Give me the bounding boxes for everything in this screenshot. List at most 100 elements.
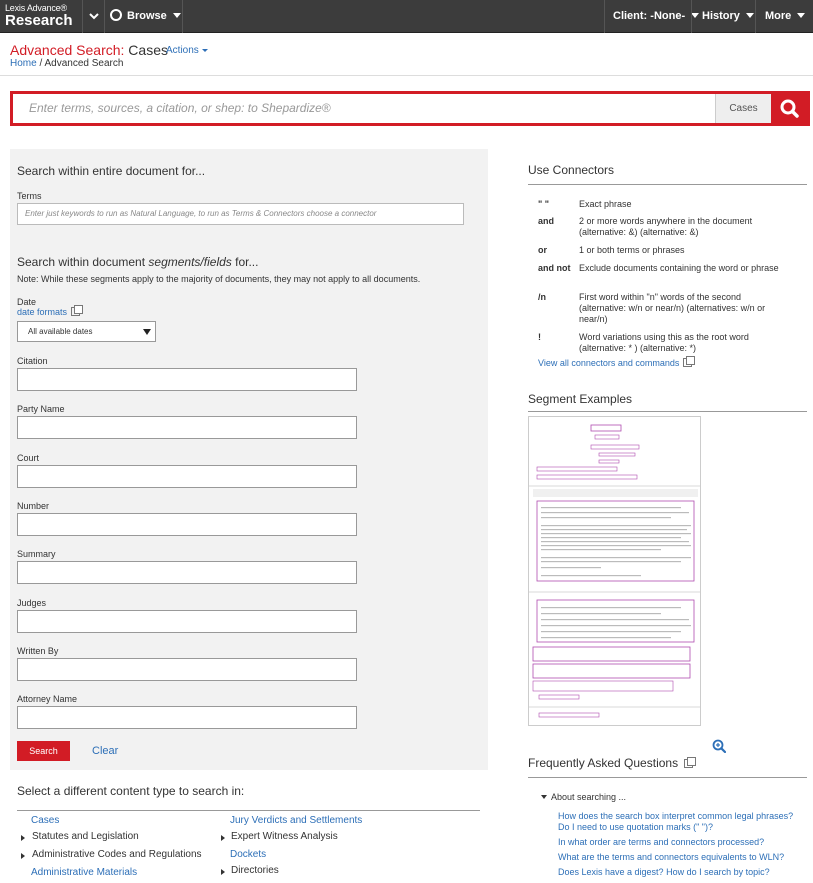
history-menu[interactable]: History [702, 0, 754, 33]
breadcrumb-home-link[interactable]: Home [10, 58, 37, 69]
content-type-cases-link[interactable]: Cases [31, 815, 59, 826]
expand-arrow-icon[interactable] [221, 835, 225, 841]
court-field[interactable] [17, 465, 357, 488]
actions-menu[interactable]: Actions [166, 45, 208, 56]
date-range-select[interactable]: All available dates [17, 321, 156, 342]
browse-menu[interactable]: Browse [106, 0, 181, 33]
entire-document-heading: Search within entire document for... [17, 164, 206, 178]
date-formats-link[interactable]: date formats [17, 305, 84, 317]
content-type-admin-codes[interactable]: Administrative Codes and Regulations [32, 849, 202, 860]
judges-label: Judges [17, 598, 47, 608]
expand-arrow-icon[interactable] [21, 835, 25, 841]
summary-field[interactable] [17, 561, 357, 584]
content-type-admin-materials-link[interactable]: Administrative Materials [31, 867, 137, 878]
caret-down-icon [201, 49, 208, 52]
date-formats-label: date formats [17, 307, 68, 317]
clear-button[interactable]: Clear [92, 745, 118, 757]
number-field[interactable] [17, 513, 357, 536]
more-menu[interactable]: More [765, 0, 806, 33]
connector-description: Word variations using this as the root w… [579, 332, 749, 353]
segment-examples-heading: Segment Examples [528, 392, 633, 406]
caret-down-icon [172, 13, 181, 18]
page-title-prefix: Advanced Search: [10, 42, 125, 58]
faq-link[interactable]: Do I need to use quotation marks (" ")? [558, 822, 713, 832]
external-link-icon[interactable] [684, 757, 697, 768]
zoom-in-icon [712, 739, 727, 754]
faq-group-about-searching[interactable]: About searching ... [551, 792, 626, 802]
view-all-connectors-label: View all connectors and commands [538, 358, 680, 368]
written-by-field[interactable] [17, 658, 357, 681]
faq-heading-label: Frequently Asked Questions [528, 756, 679, 770]
content-type-heading: Select a different content type to searc… [17, 784, 245, 798]
citation-field[interactable] [17, 368, 357, 391]
faq-link[interactable]: Does Lexis have a digest? How do I searc… [558, 867, 770, 877]
external-link-icon [683, 356, 696, 367]
chevron-down-icon [89, 13, 99, 20]
main-search-input[interactable]: Enter terms, sources, a citation, or she… [13, 94, 715, 123]
top-navigation-bar: Lexis Advance® Research Browse Client: -… [0, 0, 813, 33]
connector-symbol: or [538, 245, 547, 255]
history-label: History [702, 10, 740, 22]
content-type-directories[interactable]: Directories [231, 865, 279, 876]
divider [755, 0, 756, 33]
attorney-name-label: Attorney Name [17, 694, 78, 704]
more-label: More [765, 10, 792, 22]
logo-line-2: Research [5, 12, 73, 29]
page-header: Advanced Search: Cases Actions Home / Ad… [0, 34, 813, 76]
attorney-name-field[interactable] [17, 706, 357, 729]
search-button[interactable] [771, 91, 810, 126]
page-title-content-type: Cases [124, 42, 168, 58]
zoom-in-button[interactable] [712, 739, 727, 756]
divider [82, 0, 83, 33]
content-type-jury-verdicts-link[interactable]: Jury Verdicts and Settlements [230, 815, 362, 826]
faq-link[interactable]: How does the search box interpret common… [558, 811, 793, 821]
connector-symbol: /n [538, 292, 546, 302]
connector-description: 1 or both terms or phrases [579, 245, 685, 255]
connector-description: 2 or more words anywhere in the document… [579, 216, 753, 237]
view-all-connectors-link[interactable]: View all connectors and commands [538, 356, 696, 368]
faq-link[interactable]: In what order are terms and connectors p… [558, 837, 764, 847]
segments-heading-prefix: Search within document [17, 255, 149, 269]
form-search-button[interactable]: Search [17, 741, 70, 761]
party-name-field[interactable] [17, 416, 357, 439]
segments-note: Note: While these segments apply to the … [17, 274, 421, 284]
divider [528, 777, 807, 778]
expand-arrow-icon[interactable] [21, 853, 25, 859]
faq-link[interactable]: What are the terms and connectors equiva… [558, 852, 784, 862]
connector-description: Exact phrase [579, 199, 632, 209]
lexis-advance-logo[interactable]: Lexis Advance® Research [5, 3, 80, 31]
product-switcher-button[interactable] [84, 0, 104, 33]
segment-examples-image[interactable] [528, 416, 701, 726]
judges-field[interactable] [17, 610, 357, 633]
segment-diagram-thumbnail [529, 417, 700, 725]
actions-label: Actions [166, 45, 199, 56]
search-icon [780, 99, 799, 118]
dropdown-arrow-icon [143, 329, 151, 335]
advanced-search-form: Search within entire document for... Ter… [10, 149, 488, 770]
date-range-value: All available dates [28, 327, 93, 336]
caret-down-icon [797, 13, 806, 18]
divider [182, 0, 183, 33]
connectors-heading: Use Connectors [528, 163, 615, 177]
divider [17, 810, 480, 811]
segments-heading-suffix: for... [231, 255, 259, 269]
collapse-arrow-icon[interactable] [541, 795, 547, 799]
written-by-label: Written By [17, 646, 59, 656]
page-title: Advanced Search: Cases [10, 42, 168, 58]
client-menu[interactable]: Client: -None- [613, 0, 700, 33]
connector-symbol: and not [538, 263, 571, 273]
client-label: Client: -None- [613, 10, 686, 22]
expand-arrow-icon[interactable] [221, 869, 225, 875]
content-type-selector[interactable]: Cases [715, 94, 771, 123]
divider [528, 184, 807, 185]
divider [691, 0, 692, 33]
connector-symbol: and [538, 216, 555, 226]
divider [528, 411, 807, 412]
content-type-expert-witness[interactable]: Expert Witness Analysis [231, 831, 338, 842]
content-type-dockets-link[interactable]: Dockets [230, 849, 266, 860]
connector-description: Exclude documents containing the word or… [579, 263, 779, 273]
terms-input[interactable]: Enter just keywords to run as Natural La… [17, 203, 464, 225]
caret-down-icon [745, 13, 754, 18]
content-type-statutes[interactable]: Statutes and Legislation [32, 831, 139, 842]
date-label: Date [17, 297, 37, 307]
